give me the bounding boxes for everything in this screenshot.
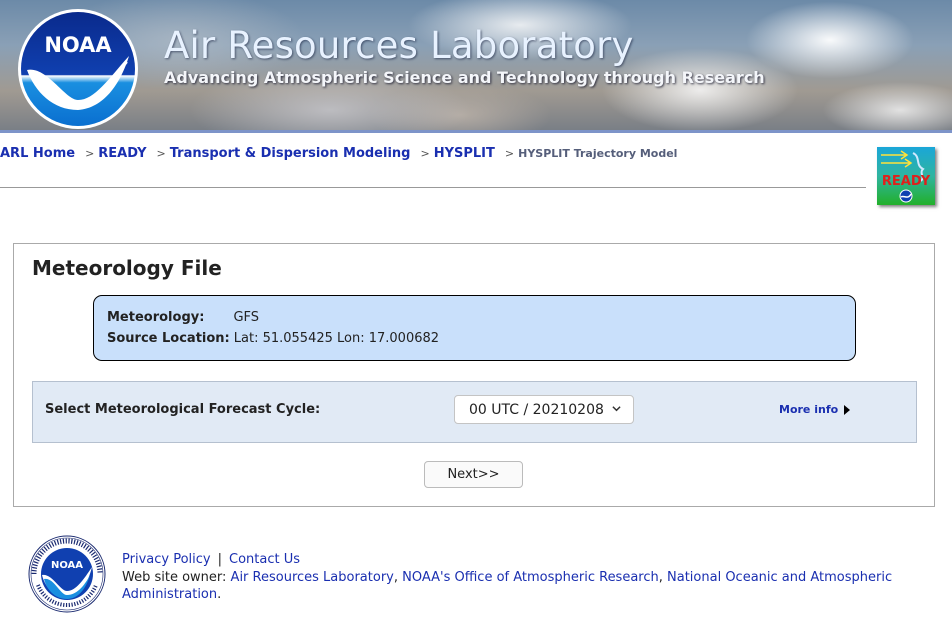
- breadcrumb-separator: >: [85, 147, 95, 160]
- site-title: Air Resources Laboratory: [164, 24, 634, 67]
- breadcrumb-divider: [0, 187, 866, 188]
- forecast-cycle-select[interactable]: 00 UTC / 20210208: [454, 395, 634, 424]
- ready-logo-text: READY: [882, 174, 931, 189]
- noaa-seal-logo[interactable]: NOAA: [28, 535, 106, 613]
- footer-links: Privacy Policy | Contact Us: [122, 552, 300, 567]
- site-banner: NOAA Air Resources Laboratory Advancing …: [0, 0, 952, 133]
- chevron-down-icon: [612, 406, 621, 412]
- more-info-link[interactable]: More info: [779, 403, 851, 416]
- source-location-row: Source Location: Lat: 51.055425 Lon: 17.0…: [107, 331, 439, 346]
- breadcrumb-transport-dispersion[interactable]: Transport & Dispersion Modeling: [170, 146, 411, 161]
- forecast-cycle-label: Select Meteorological Forecast Cycle:: [45, 402, 321, 417]
- privacy-policy-link[interactable]: Privacy Policy: [122, 552, 211, 567]
- meteorology-label: Meteorology:: [107, 310, 205, 325]
- site-subtitle: Advancing Atmospheric Science and Techno…: [164, 68, 765, 87]
- meteorology-value: GFS: [233, 310, 260, 325]
- source-location-label: Source Location:: [107, 331, 230, 346]
- more-info-label: More info: [779, 403, 839, 416]
- triangle-right-icon: [844, 404, 851, 415]
- breadcrumb-separator: >: [420, 147, 430, 160]
- footer-seal-text: NOAA: [51, 560, 83, 571]
- panel-title: Meteorology File: [32, 256, 222, 280]
- breadcrumb-ready[interactable]: READY: [98, 146, 146, 161]
- forecast-cycle-row: Select Meteorological Forecast Cycle: 00…: [32, 381, 917, 443]
- owner-prefix: Web site owner:: [122, 570, 231, 585]
- noaa-logo[interactable]: NOAA: [17, 8, 139, 130]
- oar-link[interactable]: NOAA's Office of Atmospheric Research: [402, 570, 659, 585]
- breadcrumb-separator: >: [504, 147, 515, 160]
- next-button[interactable]: Next>>: [424, 461, 523, 488]
- noaa-logo-text: NOAA: [44, 33, 112, 57]
- source-location-value: Lat: 51.055425 Lon: 17.000682: [233, 331, 440, 346]
- meteorology-row: Meteorology: GFS: [107, 310, 259, 325]
- owner-sep-2: ,: [658, 570, 668, 585]
- footer-separator: |: [217, 552, 222, 567]
- breadcrumb-current: HYSPLIT Trajectory Model: [518, 147, 678, 160]
- contact-us-link[interactable]: Contact Us: [229, 552, 300, 567]
- breadcrumb: ARL Home > READY > Transport & Dispersio…: [0, 146, 677, 164]
- ready-logo[interactable]: READY: [877, 147, 935, 205]
- owner-end: .: [217, 587, 222, 602]
- owner-sep: ,: [393, 570, 403, 585]
- meteorology-panel: Meteorology File Meteorology: GFS Source …: [13, 243, 935, 507]
- website-owner: Web site owner: Air Resources Laboratory…: [122, 569, 912, 603]
- forecast-cycle-selected: 00 UTC / 20210208: [469, 401, 604, 418]
- arl-link[interactable]: Air Resources Laboratory: [231, 570, 394, 585]
- breadcrumb-hysplit[interactable]: HYSPLIT: [434, 146, 495, 161]
- met-info-box: Meteorology: GFS Source Location: Lat: 51.…: [93, 295, 856, 361]
- breadcrumb-arl-home[interactable]: ARL Home: [0, 146, 75, 161]
- breadcrumb-separator: >: [156, 147, 166, 160]
